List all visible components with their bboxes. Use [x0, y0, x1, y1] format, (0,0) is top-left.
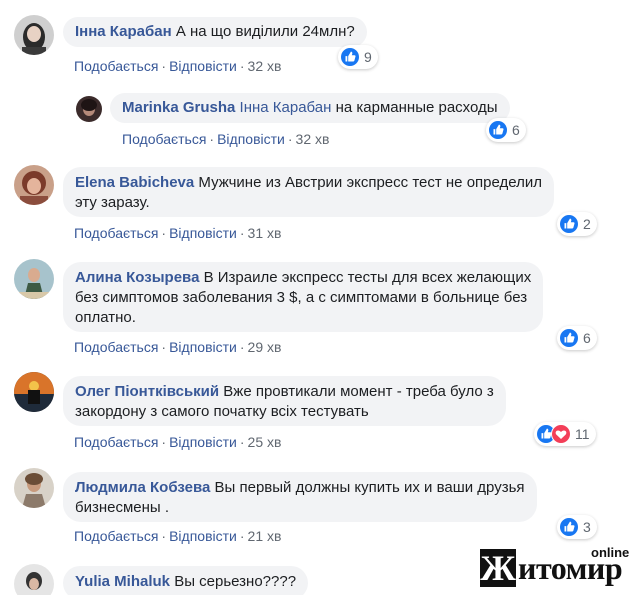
- avatar[interactable]: [14, 15, 54, 55]
- like-button[interactable]: Подобається: [74, 528, 158, 544]
- avatar[interactable]: [14, 372, 54, 412]
- comment-bubble: Elena Babicheva Мужчине из Австрии экспр…: [63, 167, 554, 217]
- comment-text: оплатно.: [75, 309, 136, 326]
- avatar[interactable]: [76, 96, 102, 122]
- comment-time[interactable]: 32 хв: [296, 131, 330, 147]
- reply-button[interactable]: Відповісти: [169, 225, 237, 241]
- comment-author[interactable]: Алина Козырева: [75, 269, 199, 286]
- logo-letter: Ж: [480, 548, 516, 588]
- mention-link[interactable]: Інна Карабан: [240, 99, 332, 116]
- comment-text: В Израиле экспресс тесты для всех желающ…: [203, 269, 532, 286]
- comment-actions: Подобається · Відповісти · 25 хв: [74, 434, 282, 450]
- comment-bubble: Marinka Grusha Інна Карабан на карманные…: [110, 93, 510, 123]
- reaction-summary[interactable]: 3: [557, 515, 597, 539]
- comment-text: на карманные расходы: [335, 99, 498, 116]
- reaction-count: 9: [364, 49, 372, 65]
- avatar[interactable]: [14, 165, 54, 205]
- comment-time[interactable]: 29 хв: [248, 339, 282, 355]
- comment-text: Вже провтикали момент - треба було з: [223, 383, 494, 400]
- comment-text: бизнесмены .: [75, 499, 170, 516]
- reply-button[interactable]: Відповісти: [169, 339, 237, 355]
- reaction-count: 2: [583, 216, 591, 232]
- comment-author[interactable]: Інна Карабан: [75, 23, 172, 40]
- like-button[interactable]: Подобається: [74, 225, 158, 241]
- comment-text: без симптомов заболевания 3 $, а с симпт…: [75, 289, 528, 306]
- comment-text: Мужчине из Австрии экспресс тест не опре…: [198, 174, 542, 191]
- comment-text: эту заразу.: [75, 194, 150, 211]
- love-icon: [551, 424, 571, 444]
- like-button[interactable]: Подобається: [74, 434, 158, 450]
- like-icon: [559, 517, 579, 537]
- avatar[interactable]: [14, 564, 54, 595]
- reaction-summary[interactable]: 9: [338, 45, 378, 69]
- comment-bubble: Олег Піонтківський Вже провтикали момент…: [63, 376, 506, 426]
- site-logo-watermark: Ж итомир online: [478, 545, 638, 591]
- reply-button[interactable]: Відповісти: [169, 58, 237, 74]
- comment-bubble: Алина Козырева В Израиле экспресс тесты …: [63, 262, 544, 332]
- comment-author[interactable]: Людмила Кобзева: [75, 479, 210, 496]
- reply-button[interactable]: Відповісти: [217, 131, 285, 147]
- comment-bubble: Yulia Mihaluk Вы серьезно????: [63, 566, 309, 595]
- reply-button[interactable]: Відповісти: [169, 434, 237, 450]
- reply-button[interactable]: Відповісти: [169, 528, 237, 544]
- comment-time[interactable]: 21 хв: [248, 528, 282, 544]
- comment-author[interactable]: Elena Babicheva: [75, 174, 194, 191]
- comment-bubble: Людмила Кобзева Вы первый должны купить …: [63, 472, 537, 522]
- reaction-count: 6: [512, 122, 520, 138]
- reaction-summary[interactable]: 6: [486, 118, 526, 142]
- like-icon: [559, 328, 579, 348]
- avatar[interactable]: [14, 468, 54, 508]
- comment-actions: Подобається · Відповісти · 31 хв: [74, 225, 282, 241]
- like-button[interactable]: Подобається: [74, 58, 158, 74]
- like-icon: [340, 47, 360, 67]
- logo-suffix: online: [591, 545, 630, 560]
- comment-text: А на що виділили 24млн?: [175, 23, 355, 40]
- like-icon: [488, 120, 508, 140]
- avatar[interactable]: [14, 259, 54, 299]
- comment-actions: Подобається · Відповісти · 32 хв: [122, 131, 330, 147]
- comment-text: закордону з самого початку всіх тестуват…: [75, 403, 369, 420]
- reaction-summary[interactable]: 2: [557, 212, 597, 236]
- like-button[interactable]: Подобається: [74, 339, 158, 355]
- comment-actions: Подобається · Відповісти · 21 хв: [74, 528, 282, 544]
- like-icon: [559, 214, 579, 234]
- comment-author[interactable]: Marinka Grusha: [122, 99, 235, 116]
- comment-bubble: Інна Карабан А на що виділили 24млн?: [63, 17, 367, 47]
- reaction-count: 3: [583, 519, 591, 535]
- comment-text: Вы серьезно????: [174, 573, 297, 590]
- comment-time[interactable]: 25 хв: [248, 434, 282, 450]
- comment-time[interactable]: 32 хв: [248, 58, 282, 74]
- comment-author[interactable]: Олег Піонтківський: [75, 383, 219, 400]
- comment-text: Вы первый должны купить их и ваши друзья: [214, 479, 525, 496]
- like-button[interactable]: Подобається: [122, 131, 206, 147]
- comment-time[interactable]: 31 хв: [248, 225, 282, 241]
- reaction-count: 11: [575, 426, 590, 442]
- comment-actions: Подобається · Відповісти · 32 хв: [74, 58, 282, 74]
- reaction-count: 6: [583, 330, 591, 346]
- reaction-summary[interactable]: 6: [557, 326, 597, 350]
- comment-author[interactable]: Yulia Mihaluk: [75, 573, 170, 590]
- comment-actions: Подобається · Відповісти · 29 хв: [74, 339, 282, 355]
- reaction-summary[interactable]: 11: [534, 422, 596, 446]
